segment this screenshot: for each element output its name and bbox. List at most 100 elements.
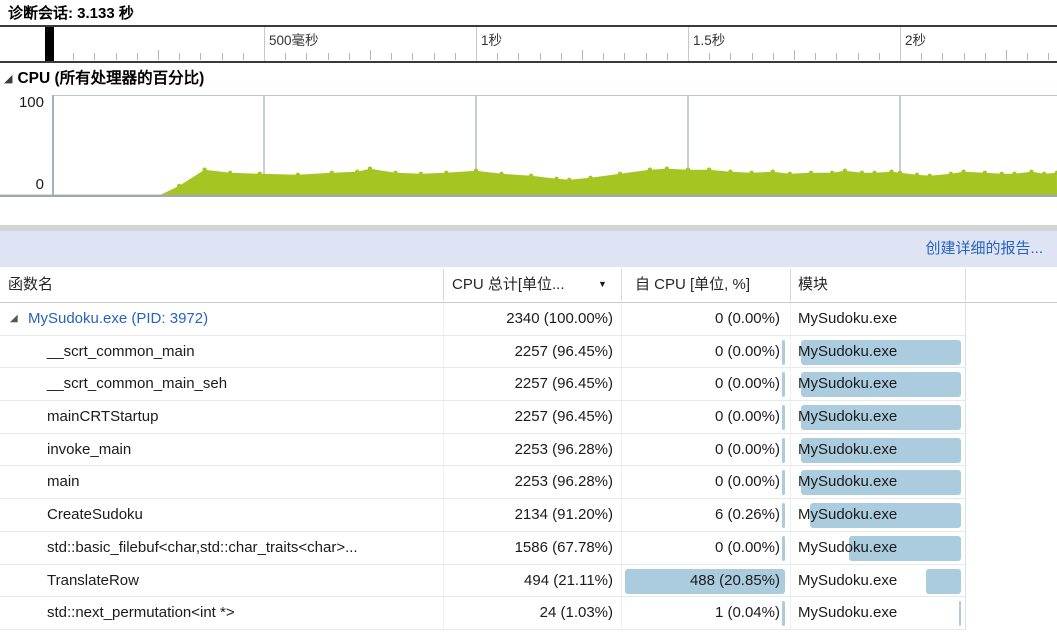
data-point-dot	[859, 170, 865, 175]
self-cpu-value: 0 (0.00%)	[714, 375, 780, 393]
data-point-dot	[685, 167, 691, 172]
data-point-dot	[367, 166, 373, 171]
self-cpu-value: 6 (0.26%)	[714, 506, 780, 524]
table-row[interactable]: TranslateRow 494 (21.11%) 488 (20.85%) MySu…	[0, 564, 966, 598]
self-cpu-bar	[781, 503, 785, 529]
column-separator[interactable]	[790, 269, 791, 301]
column-header-function[interactable]: 函数名	[8, 267, 53, 302]
row-column-separator	[443, 597, 444, 629]
table-row[interactable]: ◢ MySudoku.exe (PID: 3972) 2340 (100.00%) 0…	[0, 303, 966, 336]
function-name[interactable]: main	[47, 466, 80, 497]
data-point-dot	[473, 168, 479, 173]
ruler-tick	[709, 53, 711, 60]
table-row[interactable]: std::basic_filebuf<char,std::char_traits…	[0, 531, 966, 565]
column-header-total-cpu[interactable]: CPU 总计[单位...	[452, 267, 565, 302]
data-point-dot	[444, 170, 449, 175]
self-cpu-value: 0 (0.00%)	[714, 440, 780, 458]
data-point-dot	[202, 167, 207, 172]
column-separator[interactable]	[443, 269, 444, 301]
create-detailed-report-link[interactable]: 创建详细的报告...	[925, 231, 1043, 267]
ruler-time-label: 1.5秒	[693, 33, 726, 48]
row-column-separator	[790, 368, 791, 401]
row-column-separator	[443, 466, 444, 499]
table-row[interactable]: __scrt_common_main_seh 2257 (96.45%) 0 (0.…	[0, 368, 966, 402]
column-header-self-cpu[interactable]: 自 CPU [单位, %]	[635, 267, 750, 302]
ruler-tick	[539, 53, 541, 60]
data-point-dot	[787, 171, 792, 176]
row-column-separator	[790, 303, 791, 335]
data-point-dot	[1012, 171, 1017, 176]
table-row[interactable]: mainCRTStartup 2257 (96.45%) 0 (0.00%) MySu…	[0, 401, 966, 434]
total-cpu-value: 2257 (96.45%)	[514, 342, 613, 360]
ruler-tick	[158, 50, 159, 60]
function-name[interactable]: MySudoku.exe (PID: 3972)	[28, 303, 208, 334]
ruler-tick	[815, 53, 817, 60]
cpu-section-header[interactable]: ◢ CPU (所有处理器的百分比)	[4, 66, 204, 88]
ruler-tick	[327, 53, 329, 60]
ruler-tick	[454, 53, 456, 60]
total-cpu-value: 2257 (96.45%)	[514, 408, 613, 426]
ruler-tick	[772, 53, 774, 60]
row-column-separator	[790, 597, 791, 629]
function-name[interactable]: __scrt_common_main_seh	[47, 368, 227, 399]
function-name[interactable]: __scrt_common_main	[47, 336, 195, 367]
timeline-position-marker[interactable]	[45, 27, 54, 61]
function-name[interactable]: std::basic_filebuf<char,std::char_traits…	[47, 532, 358, 563]
expand-node-icon[interactable]: ◢	[10, 303, 18, 334]
data-point-dot	[889, 169, 894, 174]
data-point-dot	[707, 167, 712, 172]
ruler-tick	[794, 50, 795, 60]
function-name[interactable]: std::next_permutation<int *>	[47, 597, 235, 628]
column-separator[interactable]	[965, 269, 966, 301]
ruler-tick	[391, 53, 393, 60]
sort-descending-icon: ▼	[598, 279, 607, 289]
ruler-tick	[857, 53, 859, 60]
module-name: MySudoku.exe	[798, 408, 898, 426]
module-name: MySudoku.exe	[798, 342, 898, 360]
data-point-dot	[528, 173, 534, 178]
table-row[interactable]: CreateSudoku 2134 (91.20%) 6 (0.26%) MySudo…	[0, 499, 966, 532]
data-point-dot	[355, 169, 360, 174]
ruler-tick	[200, 53, 202, 60]
ruler-tick	[285, 53, 287, 60]
total-cpu-value: 2253 (96.28%)	[514, 440, 613, 458]
ruler-tick	[179, 53, 181, 60]
timeline-ruler[interactable]: 500毫秒 1秒 1.5秒 2秒	[0, 27, 1057, 61]
session-duration-label: 诊断会话: 3.133 秒	[8, 5, 134, 22]
ruler-tick	[348, 53, 350, 60]
data-point-dot	[177, 183, 182, 189]
row-column-separator	[621, 597, 622, 629]
data-point-dot	[227, 170, 233, 175]
function-name[interactable]: invoke_main	[47, 434, 131, 465]
row-column-separator	[790, 335, 791, 368]
ruler-tick	[306, 53, 308, 60]
column-separator[interactable]	[621, 269, 622, 301]
self-cpu-bar	[781, 601, 785, 627]
cpu-usage-chart[interactable]	[0, 95, 1057, 197]
table-row[interactable]: std::next_permutation<int *> 24 (1.03%) 1 …	[0, 597, 966, 630]
function-name[interactable]: mainCRTStartup	[47, 401, 158, 432]
row-column-separator	[621, 433, 622, 466]
row-column-separator	[790, 401, 791, 433]
ruler-tick	[518, 53, 520, 60]
data-point-dot	[1029, 169, 1034, 174]
function-name[interactable]: CreateSudoku	[47, 499, 143, 530]
table-row[interactable]: invoke_main 2253 (96.28%) 0 (0.00%) MySudok…	[0, 433, 966, 467]
cpu-usage-area	[52, 168, 1057, 196]
data-point-dot	[999, 171, 1004, 176]
table-row[interactable]: main 2253 (96.28%) 0 (0.00%) MySudoku.exe	[0, 466, 966, 500]
data-point-dot	[647, 167, 653, 172]
total-cpu-value: 2340 (100.00%)	[506, 310, 613, 327]
module-name: MySudoku.exe	[798, 310, 898, 327]
ruler-tick	[412, 53, 414, 60]
data-point-dot	[897, 170, 903, 175]
row-column-separator	[790, 499, 791, 531]
function-name[interactable]: TranslateRow	[47, 565, 139, 596]
self-cpu-value: 0 (0.00%)	[714, 342, 780, 360]
table-row[interactable]: __scrt_common_main 2257 (96.45%) 0 (0.00%)…	[0, 335, 966, 369]
ruler-tick	[94, 53, 96, 60]
row-column-separator	[790, 433, 791, 466]
data-point-dot	[393, 170, 398, 175]
data-point-dot	[329, 170, 335, 175]
column-header-module[interactable]: 模块	[798, 267, 828, 302]
